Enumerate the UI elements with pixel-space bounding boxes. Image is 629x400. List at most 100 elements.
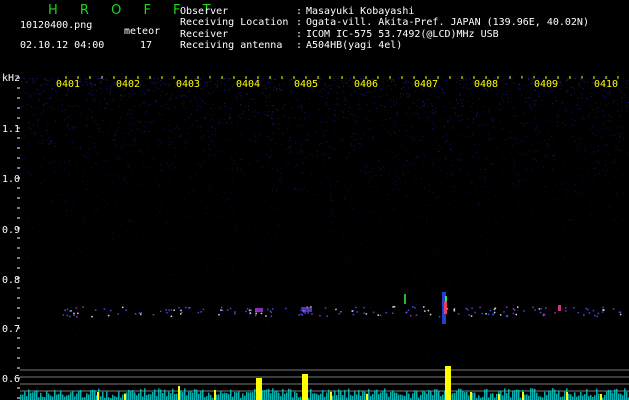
noise-dot bbox=[158, 212, 160, 213]
noise-dot bbox=[488, 140, 490, 141]
noise-dot bbox=[565, 80, 567, 82]
noise-dot bbox=[40, 135, 42, 137]
noise-dot bbox=[330, 198, 332, 200]
noise-dot bbox=[134, 246, 136, 248]
noise-dot bbox=[91, 90, 92, 92]
noise-dot bbox=[488, 356, 490, 358]
noise-dot bbox=[473, 134, 474, 136]
noise-dot bbox=[245, 106, 247, 108]
noise-dot bbox=[372, 138, 374, 140]
noise-dot bbox=[620, 175, 622, 177]
noise-dot bbox=[158, 88, 160, 90]
signal-trace bbox=[228, 394, 230, 400]
signal-trace bbox=[370, 396, 372, 400]
noise-dot bbox=[294, 117, 296, 119]
noise-dot bbox=[332, 146, 334, 148]
noise-dot bbox=[272, 208, 274, 210]
noise-dot bbox=[456, 276, 458, 278]
noise-dot bbox=[159, 80, 161, 82]
noise-dot bbox=[123, 178, 125, 179]
noise-dot bbox=[574, 184, 576, 185]
noise-dot bbox=[429, 205, 431, 207]
noise-dot bbox=[63, 292, 65, 294]
meteor-echo-dot bbox=[91, 315, 93, 318]
noise-dot bbox=[370, 225, 372, 227]
noise-dot bbox=[343, 116, 345, 118]
noise-dot bbox=[288, 162, 290, 164]
noise-dot bbox=[99, 130, 100, 132]
noise-dot bbox=[210, 247, 212, 249]
noise-dot bbox=[43, 158, 45, 160]
noise-dot bbox=[268, 111, 270, 113]
noise-dot bbox=[144, 275, 146, 277]
noise-dot bbox=[86, 78, 88, 80]
noise-dot bbox=[441, 225, 443, 227]
noise-dot bbox=[349, 86, 351, 87]
meteor-echo-dot bbox=[612, 308, 615, 310]
noise-dot bbox=[584, 150, 586, 152]
signal-trace bbox=[154, 389, 156, 400]
noise-dot bbox=[211, 118, 213, 120]
noise-dot bbox=[52, 190, 54, 192]
noise-dot bbox=[442, 87, 444, 89]
noise-dot bbox=[301, 109, 303, 110]
noise-dot bbox=[546, 178, 548, 180]
noise-dot bbox=[171, 141, 173, 143]
noise-dot bbox=[365, 328, 367, 330]
noise-dot bbox=[266, 87, 268, 89]
noise-dot bbox=[390, 135, 392, 137]
noise-dot bbox=[97, 204, 99, 206]
noise-dot bbox=[169, 264, 170, 266]
noise-dot bbox=[66, 202, 68, 204]
noise-dot bbox=[550, 174, 552, 176]
noise-dot bbox=[76, 104, 78, 106]
noise-dot bbox=[281, 79, 283, 81]
noise-dot bbox=[23, 185, 25, 187]
noise-dot bbox=[78, 222, 80, 224]
noise-dot bbox=[75, 126, 77, 128]
signal-spike bbox=[256, 378, 262, 400]
meteor-echo-dot bbox=[255, 312, 257, 315]
noise-dot bbox=[48, 79, 50, 81]
noise-dot bbox=[40, 183, 42, 184]
noise-dot bbox=[620, 230, 622, 232]
noise-dot bbox=[575, 235, 577, 237]
noise-dot bbox=[601, 136, 603, 138]
noise-dot bbox=[613, 260, 615, 262]
noise-dot bbox=[220, 200, 222, 202]
noise-dot bbox=[590, 92, 592, 94]
noise-dot bbox=[385, 109, 386, 111]
x-tick-0401: 0401 bbox=[56, 79, 81, 90]
noise-dot bbox=[178, 259, 180, 261]
noise-dot bbox=[127, 111, 129, 113]
noise-dot bbox=[486, 239, 488, 241]
noise-dot bbox=[619, 249, 621, 251]
noise-dot bbox=[548, 242, 550, 244]
noise-dot bbox=[223, 105, 225, 107]
signal-trace bbox=[544, 391, 546, 400]
noise-dot bbox=[299, 151, 301, 153]
signal-trace bbox=[232, 396, 234, 400]
noise-dot bbox=[466, 277, 467, 279]
noise-dot bbox=[414, 272, 416, 273]
noise-dot bbox=[334, 115, 336, 117]
noise-dot bbox=[27, 103, 29, 105]
noise-dot bbox=[440, 147, 442, 149]
meteor-echo-dot bbox=[494, 307, 497, 309]
noise-dot bbox=[400, 294, 401, 296]
noise-dot bbox=[395, 101, 397, 103]
noise-dot bbox=[513, 193, 515, 195]
signal-trace bbox=[130, 390, 132, 400]
noise-dot bbox=[252, 267, 254, 269]
signal-trace bbox=[344, 389, 346, 400]
noise-dot bbox=[248, 350, 250, 352]
noise-dot bbox=[302, 212, 304, 214]
noise-dot bbox=[103, 160, 105, 162]
noise-dot bbox=[392, 188, 393, 190]
noise-dot bbox=[413, 103, 415, 104]
noise-dot bbox=[492, 119, 494, 121]
noise-dot bbox=[64, 161, 65, 163]
noise-dot bbox=[222, 358, 224, 360]
meteor-echo-dot bbox=[467, 308, 469, 311]
noise-dot bbox=[231, 122, 233, 124]
